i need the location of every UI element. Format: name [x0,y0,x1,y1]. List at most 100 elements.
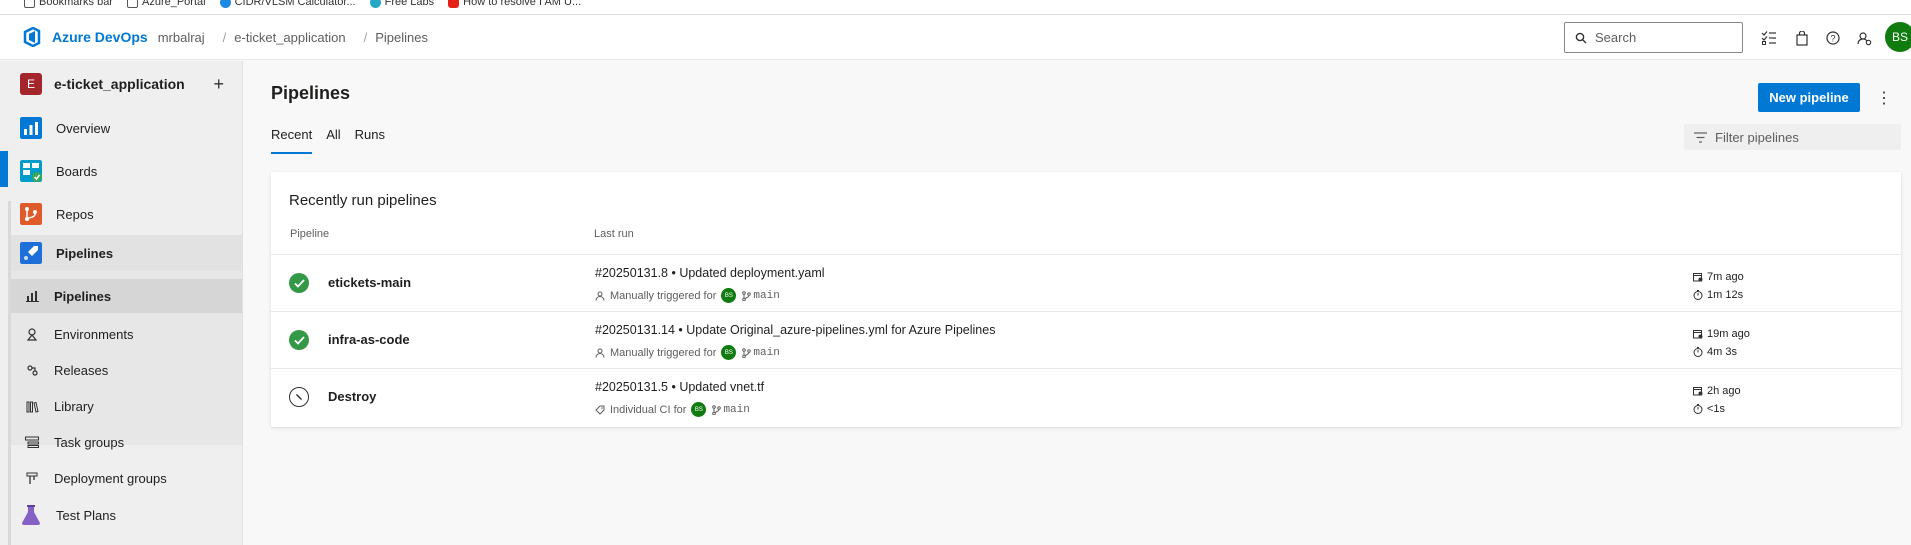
bookmark-item[interactable]: Bookmarks bar [24,0,113,8]
tab-recent[interactable]: Recent [271,127,313,154]
sidebar-item-overview[interactable]: Overview [11,110,242,146]
person-icon [595,291,605,301]
time-ago-text: 2h ago [1707,385,1741,397]
sidebar-item-label: Task groups [54,434,125,450]
recent-pipelines-card: Recently run pipelines Pipeline Last run… [271,172,1901,427]
bookmark-item[interactable]: Azure_Portal [126,0,206,8]
search-box[interactable] [1564,22,1743,53]
breadcrumb-separator: / [363,29,368,45]
breadcrumb-org[interactable]: mrbalraj [158,30,205,45]
trigger-text: Individual CI for [610,403,687,416]
duration-text: 1m 12s [1707,289,1744,301]
sidebar-item-label: Deployment groups [54,470,167,486]
table-row[interactable]: infra-as-code #20250131.14 • Update Orig… [271,311,1901,368]
table-row[interactable]: Destroy #20250131.5 • Updated vnet.tf In… [271,368,1901,425]
more-options-icon[interactable]: ⋮ [1876,88,1892,108]
bookmarks-bar: Bookmarks bar Azure_Portal CIDR/VLSM Cal… [0,0,1911,15]
pipeline-name-link[interactable]: etickets-main [328,275,411,290]
stopwatch-icon [1693,404,1703,414]
filter-input[interactable] [1715,129,1895,145]
test-plans-icon [22,505,40,525]
user-avatar[interactable]: BS [1885,22,1911,52]
project-header[interactable]: E e-ticket_application + [20,69,230,99]
project-name: e-ticket_application [54,76,185,92]
sidebar-item-repos[interactable]: Repos [11,196,242,232]
left-sidebar: E e-ticket_application + Overview Boards… [0,61,243,545]
brand-link[interactable]: Azure DevOps [52,29,148,45]
bookmark-label: Azure_Portal [141,0,206,8]
deployment-groups-icon [25,471,39,485]
branch-icon [742,347,752,358]
mini-avatar: BS [721,288,737,303]
run-duration: 1m 12s [1693,289,1743,301]
run-trigger-info: Manually triggered for BS main [595,288,780,303]
tab-runs[interactable]: Runs [355,127,385,154]
time-ago-text: 7m ago [1707,271,1744,283]
filter-icon [1694,131,1707,143]
top-header: Azure DevOps mrbalraj / e-ticket_applica… [0,15,1911,60]
run-title-link[interactable]: #20250131.5 • Updated vnet.tf [595,380,764,394]
bookmark-item[interactable]: Free Labs [369,0,435,8]
bookmark-label: Free Labs [384,0,435,8]
time-ago-text: 19m ago [1707,328,1750,340]
new-pipeline-button[interactable]: New pipeline [1758,83,1860,112]
sidebar-item-boards[interactable]: Boards [11,153,242,189]
azure-devops-logo-icon[interactable] [22,27,42,47]
mini-avatar: BS [691,402,707,417]
sidebar-subitem-library[interactable]: Library [11,388,242,424]
stopwatch-icon [1693,290,1703,300]
run-title-link[interactable]: #20250131.8 • Updated deployment.yaml [595,266,825,280]
breadcrumb-project[interactable]: e-ticket_application [234,30,345,45]
column-header-last-run: Last run [594,228,634,240]
sidebar-subitem-deployment-groups[interactable]: Deployment groups [11,460,242,496]
help-icon[interactable]: ? [1824,29,1842,47]
breadcrumb-separator: / [222,29,227,45]
sidebar-subitem-environments[interactable]: Environments [11,316,242,352]
overview-icon [20,117,42,139]
run-title-link[interactable]: #20250131.14 • Update Original_azure-pip… [595,323,995,337]
task-groups-icon [25,435,39,449]
skipped-status-icon [289,387,309,407]
breadcrumb-page[interactable]: Pipelines [375,30,428,45]
cloud-icon [369,0,381,8]
run-time-ago: 7m ago [1693,271,1744,283]
youtube-icon [448,0,460,8]
sidebar-item-pipelines[interactable]: Pipelines [11,235,242,271]
sidebar-subitem-releases[interactable]: Releases [11,352,242,388]
sidebar-subitem-pipelines[interactable]: Pipelines [11,279,242,313]
globe-icon [219,0,231,8]
user-settings-icon[interactable] [1855,29,1873,47]
checkbox-icon [24,0,35,8]
table-row[interactable]: etickets-main #20250131.8 • Updated depl… [271,254,1901,311]
pipeline-name-link[interactable]: infra-as-code [328,332,410,347]
sidebar-item-label: Library [54,398,94,414]
sidebar-item-test-plans[interactable]: Test Plans [11,497,242,533]
bookmark-label: How to resolve I AM U... [463,0,582,8]
duration-text: <1s [1707,403,1726,415]
marketplace-bag-icon[interactable] [1793,29,1811,47]
search-input[interactable] [1595,30,1725,45]
calendar-icon [1693,273,1703,282]
sidebar-item-label: Pipelines [54,288,112,304]
tag-icon [595,405,605,415]
sidebar-item-label: Environments [54,326,134,342]
card-title: Recently run pipelines [289,192,437,209]
checkbox-icon [126,0,138,8]
pipeline-name-link[interactable]: Destroy [328,389,376,404]
bookmark-label: Bookmarks bar [39,0,113,8]
sidebar-item-label: Pipelines [56,245,114,261]
task-list-icon[interactable] [1760,29,1778,47]
sidebar-subitem-task-groups[interactable]: Task groups [11,424,242,460]
pipelines-icon [20,242,42,264]
bookmark-item[interactable]: How to resolve I AM U... [448,0,581,8]
tab-all[interactable]: All [326,127,340,154]
add-icon[interactable]: + [213,74,224,95]
run-duration: 4m 3s [1693,346,1737,358]
library-icon [25,399,39,413]
filter-box[interactable] [1684,124,1901,150]
branch-name: main [723,403,750,416]
person-icon [595,348,605,358]
bookmark-item[interactable]: CIDR/VLSM Calculator... [219,0,356,8]
pipelines-sub-icon [25,289,39,303]
run-duration: <1s [1693,403,1725,415]
